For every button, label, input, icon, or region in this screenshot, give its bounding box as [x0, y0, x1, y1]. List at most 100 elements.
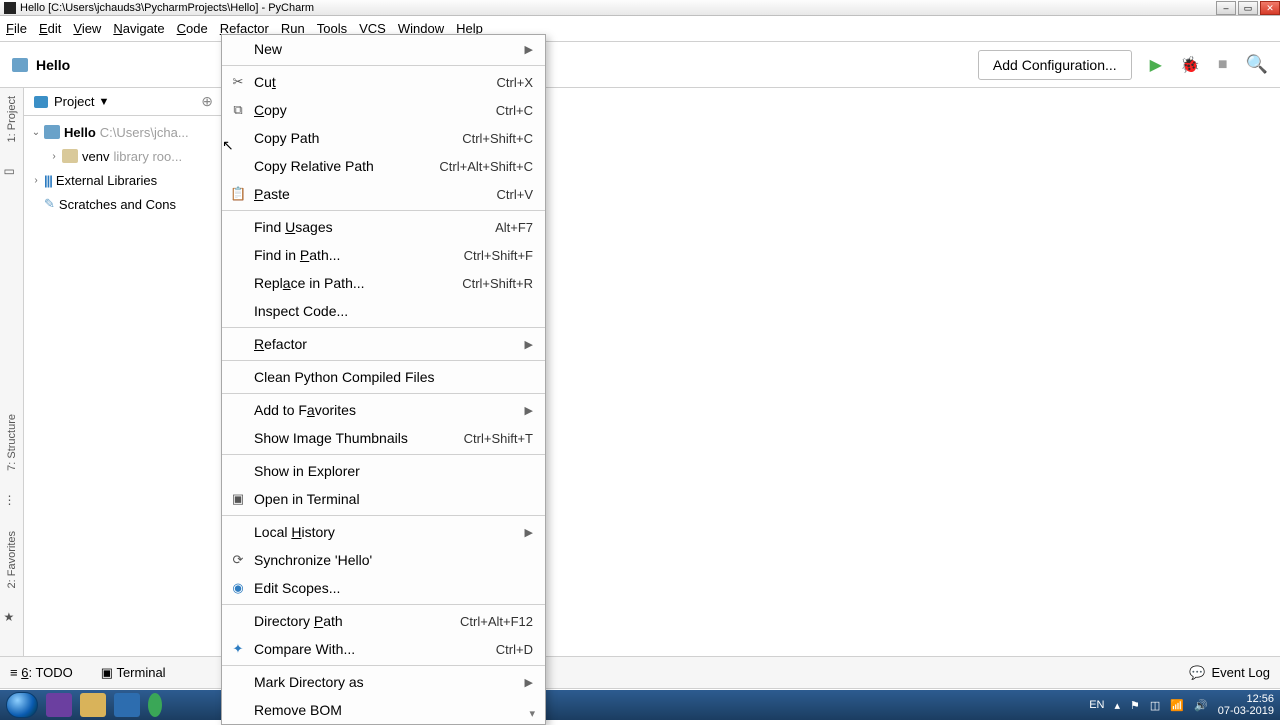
chevron-down-icon[interactable]: ▼: [98, 96, 109, 108]
ctx-compare-with[interactable]: ✦Compare With...Ctrl+D: [222, 635, 545, 663]
ctx-mark-directory-as[interactable]: Mark Directory as▶: [222, 668, 545, 696]
tool-structure[interactable]: 7: Structure: [6, 414, 18, 471]
ctx-copy-relative-path[interactable]: Copy Relative PathCtrl+Alt+Shift+C: [222, 152, 545, 180]
task-icon[interactable]: [80, 693, 106, 717]
event-log-icon[interactable]: 💬: [1189, 665, 1205, 681]
ctx-show-in-explorer[interactable]: Show in Explorer: [222, 457, 545, 485]
navigation-toolbar: Hello Add Configuration... ▶ 🐞 ■ 🔍: [0, 42, 1280, 88]
menu-edit[interactable]: Edit: [39, 21, 61, 36]
ctx-find-in-path[interactable]: Find in Path...Ctrl+Shift+F: [222, 241, 545, 269]
folder-icon: [62, 149, 78, 163]
ctx-refactor[interactable]: Refactor▶: [222, 330, 545, 358]
project-folder-icon: [12, 58, 28, 72]
ctx-paste[interactable]: 📋PasteCtrl+V: [222, 180, 545, 208]
paste-icon: 📋: [230, 186, 246, 202]
tree-venv-hint: library roo...: [113, 149, 182, 164]
compare-icon: ✦: [230, 641, 246, 657]
tool-favorites-icon: ★: [4, 610, 20, 626]
more-icon: ▾: [529, 707, 535, 720]
tray-signal-icon[interactable]: 📶: [1170, 699, 1184, 712]
context-menu: New▶ ✂CutCtrl+X ⧉CopyCtrl+C Copy PathCtr…: [221, 34, 546, 725]
main-split: 1: Project ▭ 7: Structure ⋮ 2: Favorites…: [0, 88, 1280, 656]
menu-code[interactable]: Code: [177, 21, 208, 36]
project-tab-header[interactable]: Project ▼ ⊕: [24, 88, 223, 116]
stop-icon[interactable]: ■: [1218, 56, 1228, 74]
tray-net-icon[interactable]: ◫: [1150, 699, 1160, 712]
submenu-arrow-icon: ▶: [525, 404, 533, 417]
cut-icon: ✂: [230, 74, 246, 90]
ctx-synchronize[interactable]: ⟳Synchronize 'Hello': [222, 546, 545, 574]
task-icon[interactable]: [46, 693, 72, 717]
tool-project-icon: ▭: [4, 164, 20, 180]
search-everywhere-icon[interactable]: 🔍: [1246, 54, 1268, 75]
ctx-show-thumbnails[interactable]: Show Image ThumbnailsCtrl+Shift+T: [222, 424, 545, 452]
tool-terminal[interactable]: ▣ Terminal: [101, 665, 166, 681]
maximize-button[interactable]: ▭: [1238, 1, 1258, 15]
tree-root[interactable]: ⌄ Hello C:\Users\jcha...: [28, 120, 219, 144]
tree-external-libraries[interactable]: › External Libraries: [28, 168, 219, 192]
breadcrumb-root[interactable]: Hello: [36, 57, 70, 73]
tool-project[interactable]: 1: Project: [6, 96, 18, 142]
submenu-arrow-icon: ▶: [525, 526, 533, 539]
add-configuration-button[interactable]: Add Configuration...: [978, 50, 1132, 80]
library-icon: [44, 173, 56, 188]
ctx-local-history[interactable]: Local History▶: [222, 518, 545, 546]
tray-flag-icon[interactable]: ⚑: [1130, 699, 1140, 712]
ctx-directory-path[interactable]: Directory PathCtrl+Alt+F12: [222, 607, 545, 635]
tray-clock[interactable]: 12:5607-03-2019: [1218, 693, 1274, 717]
locate-file-icon[interactable]: ⊕: [201, 93, 213, 110]
menu-navigate[interactable]: Navigate: [113, 21, 164, 36]
left-tool-strip: 1: Project ▭ 7: Structure ⋮ 2: Favorites…: [0, 88, 24, 656]
windows-taskbar: EN ▴ ⚑ ◫ 📶 🔊 12:5607-03-2019: [0, 690, 1280, 720]
debug-icon[interactable]: 🐞: [1180, 55, 1200, 75]
project-tool-window: Project ▼ ⊕ ⌄ Hello C:\Users\jcha... › v…: [24, 88, 224, 656]
tray-lang[interactable]: EN: [1089, 699, 1104, 711]
menu-bar: File Edit View Navigate Code Refactor Ru…: [0, 16, 1280, 42]
tree-root-name: Hello: [64, 125, 96, 140]
menu-view[interactable]: View: [73, 21, 101, 36]
tree-venv[interactable]: › venv library roo...: [28, 144, 219, 168]
ctx-add-to-favorites[interactable]: Add to Favorites▶: [222, 396, 545, 424]
app-icon: [4, 2, 16, 14]
ctx-edit-scopes[interactable]: ◉Edit Scopes...: [222, 574, 545, 602]
bottom-tool-tabs: ≡ 6: 6: TODOTODO ▣ Terminal 💬 Event Log: [0, 656, 1280, 688]
tray-vol-icon[interactable]: 🔊: [1194, 699, 1208, 712]
scope-icon: ◉: [230, 580, 246, 596]
tool-structure-icon: ⋮: [4, 493, 20, 509]
tree-ext-label: External Libraries: [56, 173, 157, 188]
expand-icon[interactable]: ›: [46, 151, 62, 162]
ctx-open-in-terminal[interactable]: ▣Open in Terminal: [222, 485, 545, 513]
close-button[interactable]: ✕: [1260, 1, 1280, 15]
ctx-copy[interactable]: ⧉CopyCtrl+C: [222, 96, 545, 124]
minimize-button[interactable]: –: [1216, 1, 1236, 15]
submenu-arrow-icon: ▶: [525, 43, 533, 56]
ctx-find-usages[interactable]: Find UsagesAlt+F7: [222, 213, 545, 241]
expand-icon[interactable]: ›: [28, 175, 44, 186]
tray-up-icon[interactable]: ▴: [1115, 699, 1121, 712]
start-button[interactable]: [6, 692, 38, 718]
tool-favorites[interactable]: 2: Favorites: [6, 531, 18, 588]
system-tray[interactable]: EN ▴ ⚑ ◫ 📶 🔊 12:5607-03-2019: [1089, 693, 1274, 717]
ctx-new[interactable]: New▶: [222, 35, 545, 63]
project-view-icon: [34, 96, 48, 108]
folder-icon: [44, 125, 60, 139]
project-tree[interactable]: ⌄ Hello C:\Users\jcha... › venv library …: [24, 116, 223, 220]
window-titlebar: Hello [C:\Users\jchauds3\PycharmProjects…: [0, 0, 1280, 16]
scratch-icon: [44, 196, 59, 212]
ctx-replace-in-path[interactable]: Replace in Path...Ctrl+Shift+R: [222, 269, 545, 297]
ctx-cut[interactable]: ✂CutCtrl+X: [222, 68, 545, 96]
expand-icon[interactable]: ⌄: [28, 127, 44, 138]
task-icon[interactable]: [114, 693, 140, 717]
menu-file[interactable]: File: [6, 21, 27, 36]
ctx-copy-path[interactable]: Copy PathCtrl+Shift+C: [222, 124, 545, 152]
ctx-clean-compiled[interactable]: Clean Python Compiled Files: [222, 363, 545, 391]
run-icon[interactable]: ▶: [1150, 55, 1162, 75]
tree-scratch-label: Scratches and Cons: [59, 197, 176, 212]
task-icon[interactable]: [148, 693, 162, 717]
tool-todo[interactable]: ≡ 6: 6: TODOTODO: [10, 665, 73, 680]
tree-scratches[interactable]: Scratches and Cons: [28, 192, 219, 216]
window-title: Hello [C:\Users\jchauds3\PycharmProjects…: [20, 2, 314, 14]
ctx-inspect-code[interactable]: Inspect Code...: [222, 297, 545, 325]
event-log-label[interactable]: Event Log: [1211, 665, 1270, 680]
tree-venv-name: venv: [82, 149, 109, 164]
